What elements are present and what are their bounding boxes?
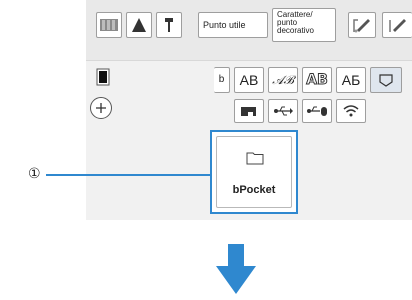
down-arrow-icon	[216, 244, 256, 294]
carattere-button[interactable]: Carattere/ punto decorativo	[272, 8, 336, 42]
thread-spool-icon	[96, 68, 110, 86]
cone-icon	[132, 18, 146, 32]
wifi-button[interactable]	[336, 99, 366, 123]
callout-line	[46, 174, 210, 176]
pattern-edit-button-2[interactable]	[382, 12, 412, 38]
pocket-tab[interactable]	[370, 67, 402, 93]
font-tab-italic-label: 𝒜ℬ	[272, 72, 294, 87]
font-tab-outline[interactable]: AB	[302, 67, 332, 93]
font-tab-partial-label: b	[218, 74, 225, 85]
carattere-label: Carattere/ punto decorativo	[277, 10, 314, 35]
pocket-item[interactable]: bPocket	[210, 130, 298, 214]
folder-icon	[246, 152, 264, 165]
thread-color-button[interactable]	[93, 67, 113, 87]
font-tab-italic[interactable]: 𝒜ℬ	[268, 67, 298, 93]
machine-memory-button[interactable]	[234, 99, 264, 123]
machine-icon	[241, 107, 256, 116]
callout-number: ①	[28, 166, 41, 182]
cone-button[interactable]	[126, 12, 152, 38]
pocket-label: bPocket	[232, 184, 276, 196]
font-tab-outline-label: AB	[306, 72, 328, 89]
pattern-edit-icon	[353, 19, 370, 33]
font-tab-cyrillic[interactable]: АБ	[336, 67, 366, 93]
pin-icon	[165, 18, 173, 32]
book-pages-button[interactable]	[96, 12, 122, 38]
font-tab-regular[interactable]: AB	[234, 67, 264, 93]
pin-button[interactable]	[156, 12, 182, 38]
font-tab-regular-label: AB	[239, 72, 259, 88]
plus-icon	[96, 103, 106, 113]
usb-mouse-button[interactable]	[302, 99, 332, 123]
usb-icon	[274, 106, 293, 116]
pocket-button[interactable]: bPocket	[216, 136, 292, 208]
wifi-icon	[343, 105, 359, 117]
add-button[interactable]	[90, 97, 112, 119]
punto-utile-button[interactable]: Punto utile	[198, 12, 268, 38]
font-tab-partial[interactable]: b	[214, 67, 230, 93]
usb-button[interactable]	[268, 99, 298, 123]
pocket-tab-icon	[379, 74, 393, 87]
punto-utile-label: Punto utile	[203, 19, 246, 30]
pattern-edit-button[interactable]	[348, 12, 376, 38]
usb-mouse-icon	[307, 106, 327, 116]
pattern-edit-icon-2	[388, 19, 406, 32]
top-toolbar: Punto utile Carattere/ punto decorativo	[86, 0, 412, 60]
font-tab-cyrillic-label: АБ	[341, 72, 361, 88]
book-pages-icon	[100, 19, 118, 31]
